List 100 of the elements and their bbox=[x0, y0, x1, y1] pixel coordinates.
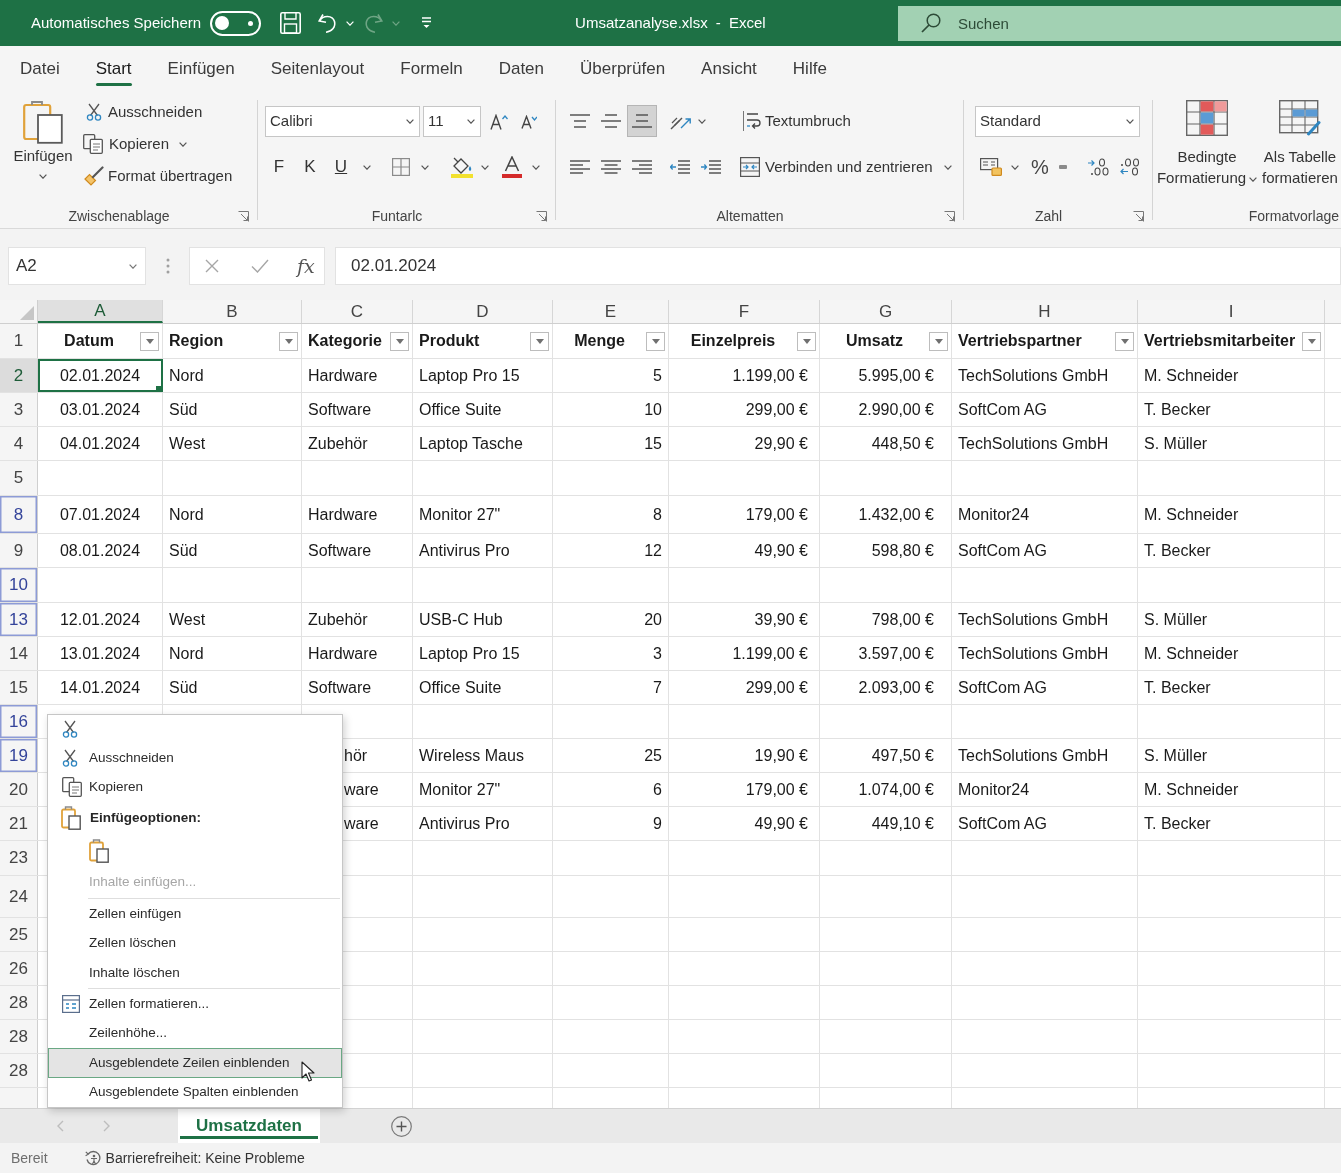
row-header[interactable]: 23 bbox=[0, 841, 38, 875]
caret-icon[interactable] bbox=[1249, 176, 1258, 182]
copy-button[interactable]: Kopieren bbox=[83, 128, 233, 160]
caret-icon[interactable] bbox=[1307, 338, 1316, 344]
conditional-formatting-icon[interactable] bbox=[1186, 100, 1228, 136]
merge-center-button[interactable]: Verbinden und zentrieren bbox=[740, 152, 952, 182]
filter-button[interactable] bbox=[390, 331, 409, 351]
column-header[interactable]: I bbox=[1138, 300, 1325, 323]
filter-button[interactable] bbox=[140, 331, 159, 351]
paste-button[interactable]: Einfügen bbox=[7, 96, 79, 196]
comma-style-icon[interactable] bbox=[1058, 165, 1067, 169]
row-header[interactable]: 15 bbox=[0, 671, 38, 704]
row-header[interactable]: 19 bbox=[0, 739, 38, 772]
column-header[interactable]: E bbox=[553, 300, 669, 323]
row-header[interactable]: 28 bbox=[0, 986, 38, 1019]
customize-toolbar-icon[interactable] bbox=[421, 17, 433, 29]
scissors-icon[interactable] bbox=[86, 103, 102, 121]
row-header[interactable]: 26 bbox=[0, 952, 38, 985]
row-header[interactable]: 28 bbox=[0, 1020, 38, 1053]
filter-button[interactable] bbox=[279, 331, 298, 351]
wrap-text-button[interactable]: Textumbruch bbox=[743, 105, 851, 137]
filter-button[interactable] bbox=[797, 331, 816, 351]
decrease-indent-icon[interactable] bbox=[670, 160, 690, 174]
menu-item[interactable]: Zellen formatieren... bbox=[48, 989, 342, 1019]
bold-button[interactable]: F bbox=[265, 152, 293, 182]
clipboard-icon[interactable] bbox=[23, 100, 63, 144]
scissors-icon[interactable] bbox=[62, 748, 78, 767]
format-as-table-icon[interactable] bbox=[1279, 100, 1321, 136]
caret-icon[interactable] bbox=[943, 164, 952, 170]
caret-icon[interactable] bbox=[535, 338, 544, 344]
search-field[interactable]: Suchen bbox=[898, 6, 1341, 41]
ribbon-tab[interactable]: Ansicht bbox=[683, 46, 775, 92]
copy-icon[interactable] bbox=[83, 134, 103, 154]
font-name-dropdown[interactable]: Calibri bbox=[265, 106, 420, 137]
ribbon-tab[interactable]: Seitenlayout bbox=[252, 46, 383, 92]
column-header[interactable]: D bbox=[413, 300, 553, 323]
dialog-launcher-icon[interactable] bbox=[1133, 210, 1144, 222]
align-bottom-button[interactable] bbox=[627, 105, 657, 137]
column-header[interactable]: F bbox=[669, 300, 820, 323]
caret-icon[interactable] bbox=[129, 263, 137, 269]
align-center-icon[interactable] bbox=[601, 160, 621, 174]
format-as-table-button[interactable]: Als Tabelle formatieren bbox=[1259, 100, 1341, 204]
add-sheet-icon[interactable] bbox=[391, 1115, 412, 1137]
save-icon[interactable] bbox=[280, 12, 302, 34]
caret-icon[interactable] bbox=[145, 338, 154, 344]
filter-button[interactable] bbox=[1115, 331, 1134, 351]
row-header[interactable]: 3 bbox=[0, 393, 38, 426]
caret-icon[interactable] bbox=[1120, 338, 1129, 344]
wrap-text-icon[interactable] bbox=[743, 111, 761, 131]
caret-icon[interactable] bbox=[406, 119, 414, 124]
cut-button[interactable]: Ausschneiden bbox=[83, 96, 233, 128]
name-box[interactable]: A2 bbox=[8, 247, 146, 285]
paintbrush-icon[interactable] bbox=[84, 166, 104, 186]
ribbon-tab[interactable]: Hilfe bbox=[774, 46, 845, 92]
caret-icon[interactable] bbox=[363, 164, 371, 170]
caret-icon[interactable] bbox=[39, 174, 47, 179]
borders-icon[interactable] bbox=[392, 158, 410, 176]
caret-icon[interactable] bbox=[421, 164, 429, 170]
formula-field[interactable]: 02.01.2024 bbox=[335, 247, 1341, 285]
menu-item[interactable]: Kopieren bbox=[48, 772, 342, 802]
currency-format-icon[interactable] bbox=[980, 158, 1002, 176]
increase-indent-icon[interactable] bbox=[701, 160, 721, 174]
italic-button[interactable]: K bbox=[296, 152, 324, 182]
underline-button[interactable]: U bbox=[327, 152, 355, 182]
decrease-decimal-icon[interactable] bbox=[1118, 158, 1141, 176]
ribbon-tab[interactable]: Start bbox=[77, 46, 150, 92]
menu-item[interactable]: Zellen löschen bbox=[48, 928, 342, 958]
row-header[interactable]: 8 bbox=[0, 496, 38, 533]
dialog-launcher-icon[interactable] bbox=[238, 210, 249, 222]
menu-item[interactable]: Inhalte löschen bbox=[48, 957, 342, 988]
sheet-tab[interactable]: Umsatzdaten bbox=[178, 1109, 320, 1143]
row-header[interactable]: 5 bbox=[0, 461, 38, 495]
align-left-icon[interactable] bbox=[570, 160, 590, 174]
row-header[interactable]: 28 bbox=[0, 1054, 38, 1087]
caret-icon[interactable] bbox=[179, 141, 188, 147]
row-header[interactable]: 4 bbox=[0, 427, 38, 460]
row-header[interactable]: 14 bbox=[0, 637, 38, 670]
align-right-icon[interactable] bbox=[632, 160, 652, 174]
filter-button[interactable] bbox=[530, 331, 549, 351]
accessibility-icon[interactable] bbox=[84, 1150, 101, 1166]
insert-function-button[interactable]: fx bbox=[297, 251, 315, 281]
ribbon-tab[interactable]: Formeln bbox=[382, 46, 481, 92]
caret-icon[interactable] bbox=[467, 119, 475, 124]
percent-button[interactable]: % bbox=[1031, 152, 1049, 182]
ribbon-tab[interactable]: Datei bbox=[2, 46, 78, 92]
number-format-dropdown[interactable]: Standard bbox=[975, 106, 1140, 137]
filter-button[interactable] bbox=[646, 331, 665, 351]
row-header[interactable]: 13 bbox=[0, 603, 38, 636]
ribbon-tab[interactable]: Überprüfen bbox=[562, 46, 684, 92]
active-cell-frame[interactable]: 02.01.2024 bbox=[38, 359, 163, 392]
align-middle-icon[interactable] bbox=[601, 114, 621, 128]
caret-icon[interactable] bbox=[802, 338, 811, 344]
menu-item[interactable]: Zeilenhöhe... bbox=[48, 1018, 342, 1049]
ribbon-tab[interactable]: Einfügen bbox=[149, 46, 253, 92]
menu-item[interactable]: Ausgeblendete Zeilen einblenden bbox=[48, 1048, 342, 1078]
align-top-icon[interactable] bbox=[570, 114, 590, 128]
menu-item[interactable]: Ausgeblendete Spalten einblenden bbox=[48, 1077, 342, 1107]
accessibility-status[interactable]: Barrierefreiheit: Keine Probleme bbox=[105, 1147, 305, 1169]
grow-font-icon[interactable] bbox=[490, 113, 508, 130]
dialog-launcher-icon[interactable] bbox=[944, 210, 955, 222]
